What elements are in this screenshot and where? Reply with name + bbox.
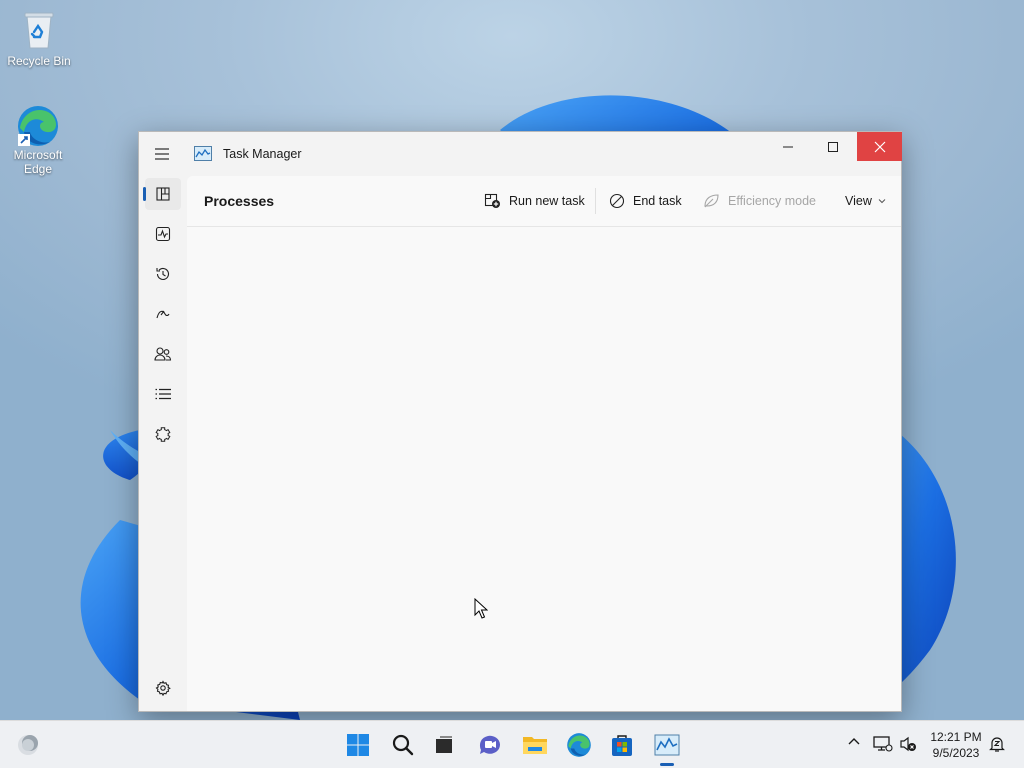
edge-icon — [567, 733, 591, 757]
show-hidden-icons-button[interactable] — [847, 735, 861, 752]
store-icon — [612, 735, 632, 756]
task-manager-taskbar-button[interactable] — [653, 731, 681, 759]
start-icon — [347, 734, 369, 756]
file-explorer-icon — [523, 737, 547, 754]
chat-icon — [479, 735, 500, 754]
nav-services[interactable] — [145, 418, 181, 450]
nav-settings[interactable] — [145, 672, 181, 704]
task-view-icon — [436, 736, 452, 753]
view-dropdown[interactable]: View — [845, 191, 887, 211]
store-button[interactable] — [608, 731, 636, 759]
chevron-up-icon — [848, 738, 860, 745]
page-title: Processes — [204, 193, 275, 209]
clock-date: 9/5/2023 — [932, 746, 980, 760]
main-content: Processes Run new task End task Efficien… — [187, 176, 901, 711]
notification-button[interactable] — [988, 735, 1006, 756]
end-task-icon — [609, 193, 625, 209]
efficiency-mode-label: Efficiency mode — [728, 194, 817, 208]
network-icon — [873, 736, 893, 752]
performance-icon — [155, 226, 171, 242]
volume-mute-icon — [900, 736, 916, 752]
command-bar: Processes Run new task End task Efficien… — [187, 176, 901, 227]
minimize-icon — [783, 146, 793, 147]
nav-users[interactable] — [145, 338, 181, 370]
desktop-icon-edge[interactable]: Microsoft Edge — [0, 104, 76, 176]
title-bar[interactable]: Task Manager — [139, 132, 902, 176]
edge-label: Microsoft Edge — [13, 148, 63, 176]
nav-processes[interactable] — [143, 178, 181, 210]
widgets-button[interactable] — [14, 731, 42, 759]
close-button[interactable] — [857, 132, 902, 161]
window-title: Task Manager — [223, 147, 302, 161]
run-new-task-label: Run new task — [509, 194, 585, 208]
volume-button[interactable] — [899, 735, 917, 756]
nav-details[interactable] — [145, 378, 181, 410]
services-icon — [155, 427, 171, 442]
leaf-icon — [704, 194, 719, 208]
desktop-icon-recycle-bin[interactable]: Recycle Bin — [1, 10, 77, 68]
hamburger-menu-icon[interactable] — [151, 144, 173, 164]
view-label: View — [845, 194, 872, 208]
chat-button[interactable] — [476, 731, 504, 759]
minimize-button[interactable] — [766, 132, 810, 161]
task-manager-app-icon — [194, 146, 212, 162]
network-button[interactable] — [873, 735, 893, 756]
efficiency-mode-button[interactable]: Efficiency mode — [703, 191, 816, 211]
startup-icon — [156, 310, 170, 319]
users-icon — [154, 347, 172, 361]
close-icon — [874, 141, 885, 152]
clock[interactable]: 12:21 PM 9/5/2023 — [924, 729, 988, 761]
file-explorer-button[interactable] — [521, 731, 549, 759]
task-manager-window: Task Manager Processes Run new task End … — [138, 131, 902, 712]
edge-button[interactable] — [565, 731, 593, 759]
weather-icon — [18, 735, 38, 755]
notification-icon — [989, 737, 1005, 752]
nav-startup-apps[interactable] — [145, 298, 181, 330]
nav-performance[interactable] — [145, 218, 181, 250]
gear-icon — [155, 680, 171, 696]
run-new-task-button[interactable]: Run new task — [484, 191, 585, 211]
command-separator — [595, 188, 596, 214]
navigation-rail — [139, 176, 187, 711]
taskbar: 12:21 PM 9/5/2023 — [0, 720, 1024, 768]
clock-time: 12:21 PM — [930, 730, 982, 744]
details-icon — [155, 388, 171, 400]
active-app-indicator — [660, 763, 674, 766]
task-view-button[interactable] — [430, 731, 458, 759]
end-task-button[interactable]: End task — [609, 191, 682, 211]
run-new-task-icon — [484, 193, 500, 208]
task-manager-icon — [654, 734, 680, 756]
maximize-icon — [828, 141, 838, 152]
recycle-bin-icon — [19, 10, 59, 50]
chevron-down-icon — [878, 199, 886, 204]
start-button[interactable] — [344, 731, 372, 759]
edge-icon — [18, 104, 58, 146]
processes-icon — [156, 187, 170, 201]
mouse-cursor — [474, 598, 488, 619]
search-icon — [392, 734, 414, 756]
search-button[interactable] — [389, 731, 417, 759]
nav-app-history[interactable] — [145, 258, 181, 290]
history-icon — [156, 267, 170, 280]
maximize-button[interactable] — [811, 132, 855, 161]
end-task-label: End task — [633, 194, 682, 208]
recycle-bin-label: Recycle Bin — [7, 54, 71, 68]
